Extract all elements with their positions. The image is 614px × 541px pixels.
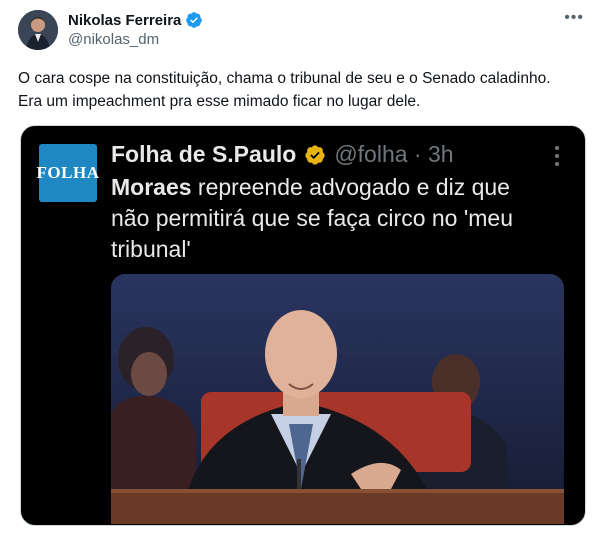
embedded-text: Moraes repreende advogado e diz que não … — [111, 172, 551, 265]
embedded-handle: @folha · 3h — [334, 141, 454, 167]
tweet[interactable]: Nikolas Ferreira @nikolas_dm ••• O cara … — [0, 0, 614, 541]
news-photo — [111, 274, 564, 524]
embedded-image[interactable]: FOLHA Folha de S.Paulo @folha · 3h Morae… — [20, 125, 586, 526]
embedded-more-icon — [554, 146, 560, 166]
verified-badge-icon — [185, 11, 203, 29]
handle[interactable]: @nikolas_dm — [68, 31, 159, 48]
folha-logo: FOLHA — [37, 144, 99, 202]
more-options-icon[interactable]: ••• — [564, 10, 584, 26]
embedded-name: Folha de S.Paulo — [111, 141, 297, 167]
display-name[interactable]: Nikolas Ferreira — [68, 12, 181, 29]
gold-verified-icon — [304, 144, 326, 166]
tweet-text: O cara cospe na constituição, chama o tr… — [18, 70, 551, 110]
avatar[interactable] — [18, 10, 58, 50]
embedded-text-bold: Moraes — [111, 174, 192, 200]
